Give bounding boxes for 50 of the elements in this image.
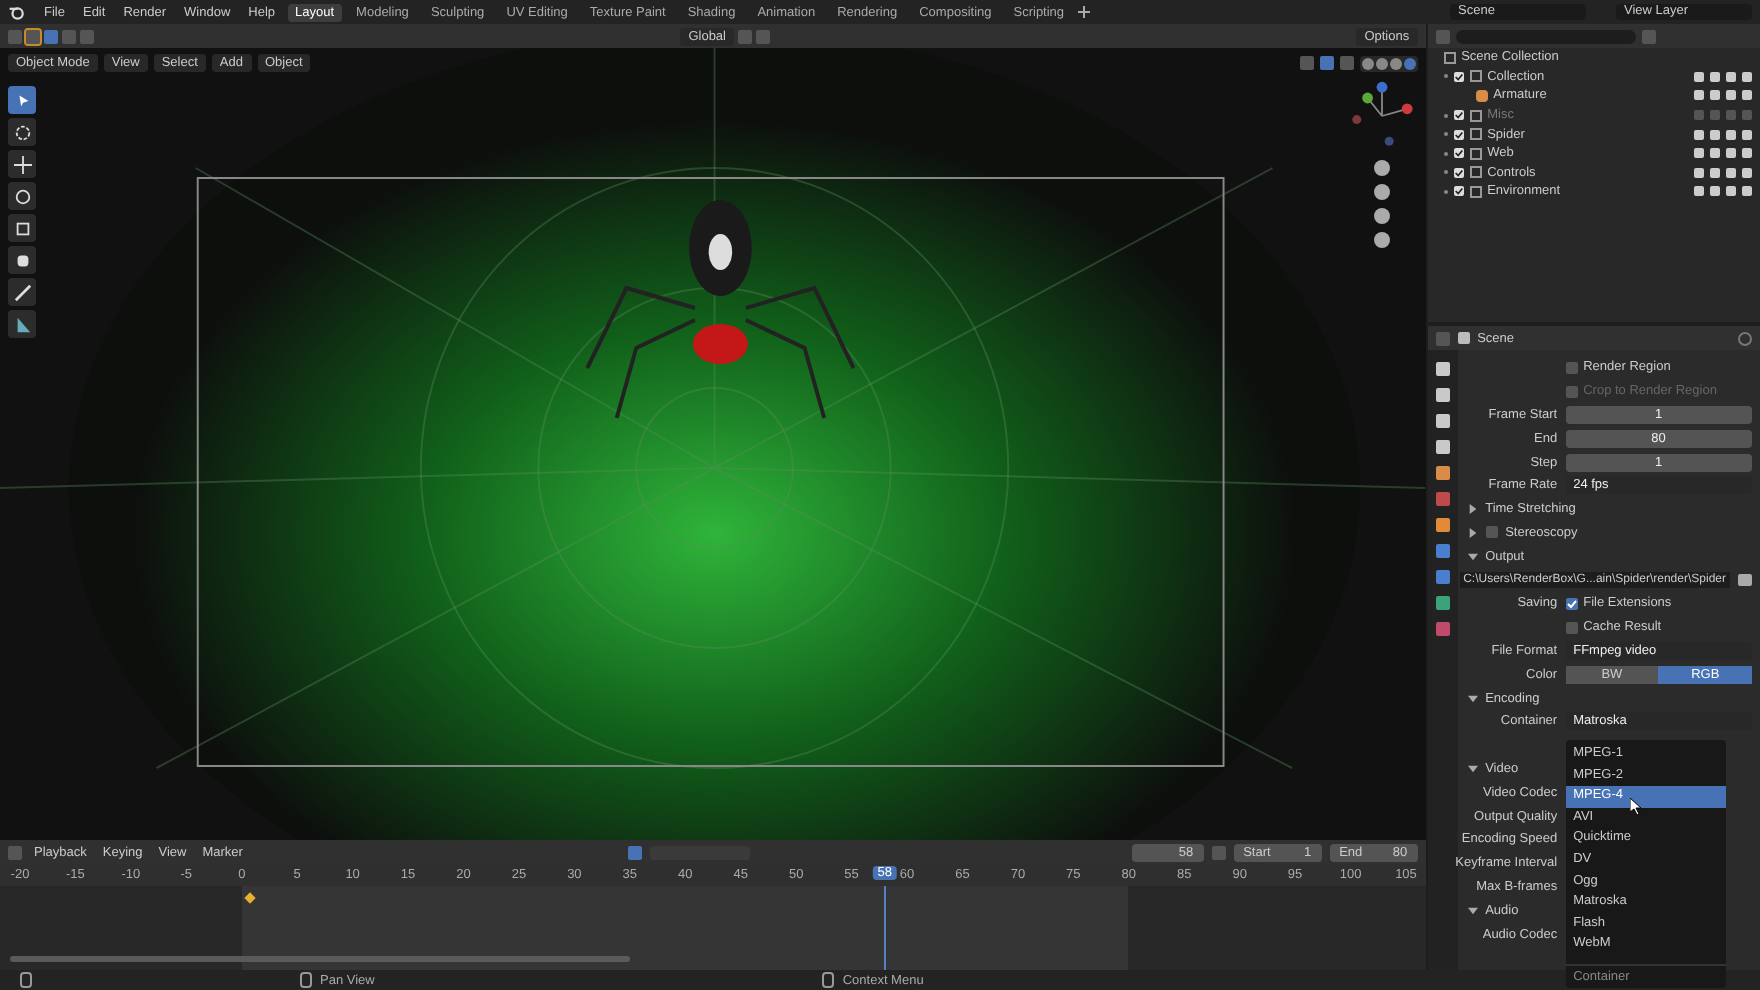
- expanded-arrow-icon[interactable]: [1467, 763, 1478, 774]
- pin-icon[interactable]: [1738, 331, 1752, 345]
- folder-icon[interactable]: [1738, 574, 1752, 587]
- cursor-tool-icon[interactable]: [8, 118, 36, 146]
- collapsed-arrow-icon[interactable]: [1467, 527, 1478, 538]
- expanded-arrow-icon[interactable]: [1467, 905, 1478, 916]
- transform-tool-icon[interactable]: [8, 246, 36, 274]
- expand-icon[interactable]: [1443, 113, 1448, 118]
- expand-icon[interactable]: [1443, 132, 1448, 137]
- scrollbar[interactable]: [10, 956, 630, 962]
- rotate-tool-icon[interactable]: [8, 182, 36, 210]
- annotate-tool-icon[interactable]: [8, 278, 36, 306]
- exclude-checkbox[interactable]: [1453, 167, 1464, 178]
- checkbox[interactable]: [1565, 597, 1578, 610]
- checkbox[interactable]: [1565, 361, 1578, 374]
- move-tool-icon[interactable]: [8, 150, 36, 178]
- expanded-arrow-icon[interactable]: [1467, 551, 1478, 562]
- exclude-checkbox[interactable]: [1453, 148, 1464, 159]
- armature-icon: [1475, 89, 1488, 102]
- expand-icon[interactable]: [1443, 74, 1448, 79]
- scene-collection-icon: [1443, 51, 1456, 64]
- exclude-checkbox[interactable]: [1453, 129, 1464, 140]
- visibility-icons[interactable]: [1694, 90, 1752, 101]
- visibility-icons[interactable]: [1694, 186, 1752, 197]
- expand-icon[interactable]: [1443, 151, 1448, 156]
- playhead-line[interactable]: [884, 886, 887, 970]
- collapsed-arrow-icon[interactable]: [1467, 504, 1478, 515]
- select-tool-icon[interactable]: [8, 86, 36, 114]
- visibility-icons[interactable]: [1694, 129, 1752, 140]
- expand-icon[interactable]: [1443, 170, 1448, 175]
- record-button[interactable]: [628, 845, 643, 859]
- measure-tool-icon[interactable]: [8, 310, 36, 338]
- expand-icon[interactable]: [1443, 189, 1448, 194]
- visibility-icons[interactable]: [1694, 167, 1752, 178]
- mouse-icon: [300, 972, 312, 988]
- exclude-checkbox[interactable]: [1453, 186, 1464, 197]
- mouse-icon: [822, 972, 835, 988]
- mouse-pointer-icon: [1629, 798, 1642, 816]
- keyframe-icon[interactable]: [245, 892, 257, 904]
- expanded-arrow-icon[interactable]: [1467, 693, 1478, 704]
- scale-tool-icon[interactable]: [8, 214, 36, 242]
- add-workspace-icon[interactable]: [1078, 6, 1091, 18]
- visibility-icons[interactable]: [1694, 148, 1752, 159]
- exclude-checkbox[interactable]: [1453, 71, 1464, 82]
- checkbox[interactable]: [1565, 621, 1578, 634]
- checkbox[interactable]: [1485, 526, 1498, 539]
- visibility-icons[interactable]: [1694, 71, 1752, 82]
- blender-logo-icon[interactable]: [8, 4, 24, 20]
- mouse-icon: [20, 972, 32, 988]
- collection-icon: [1469, 70, 1482, 83]
